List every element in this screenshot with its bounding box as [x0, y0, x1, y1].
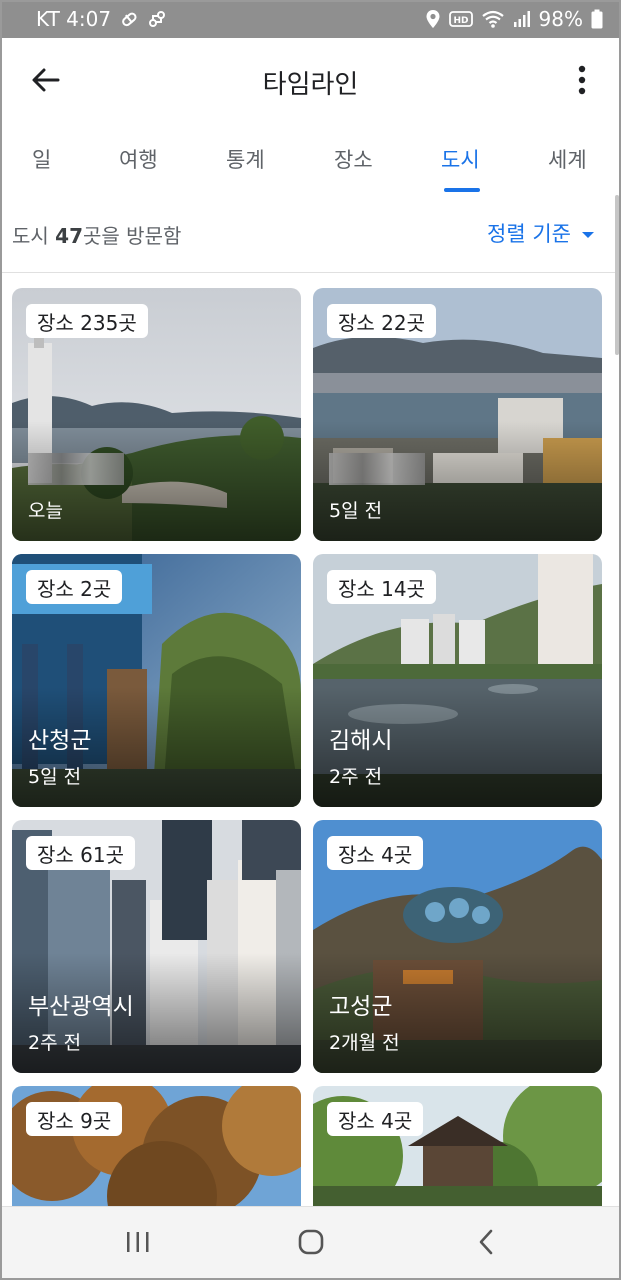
city-grid: 장소 235곳 오늘 장소 22곳 5일 전 장소 2곳 산청군 5일 전 장소… — [12, 288, 603, 1206]
summary-prefix: 도시 — [12, 224, 56, 248]
tab-cities[interactable]: 도시 — [441, 144, 480, 174]
blurred-city-name — [28, 453, 124, 485]
tab-world[interactable]: 세계 — [548, 144, 587, 174]
city-last-visit: 2개월 전 — [329, 1032, 400, 1054]
places-count-chip: 장소 9곳 — [26, 1102, 123, 1136]
location-icon — [425, 9, 441, 29]
places-count-chip: 장소 14곳 — [327, 570, 437, 604]
dropdown-arrow-icon — [581, 221, 595, 245]
visited-cities-summary: 도시 47곳을 방문함 — [12, 220, 181, 249]
summary-count: 47 — [55, 224, 84, 248]
tab-places[interactable]: 장소 — [334, 144, 373, 174]
tab-insights[interactable]: 통계 — [226, 144, 265, 174]
tab-trips[interactable]: 여행 — [119, 144, 158, 174]
city-last-visit: 오늘 — [28, 500, 63, 522]
summary-suffix: 곳을 방문함 — [83, 224, 182, 248]
system-nav-bar — [0, 1206, 621, 1280]
city-card[interactable]: 장소 14곳 김해시 2주 전 — [313, 554, 602, 807]
city-name: 김해시 — [329, 728, 393, 754]
city-card[interactable]: 장소 61곳 부산광역시 2주 전 — [12, 820, 301, 1073]
city-card[interactable]: 장소 4곳 고성군 2개월 전 — [313, 820, 602, 1073]
sort-label: 정렬 기준 — [487, 222, 571, 246]
city-card[interactable]: 장소 2곳 산청군 5일 전 — [12, 554, 301, 807]
home-button[interactable] — [291, 1229, 331, 1259]
places-count-chip: 장소 4곳 — [327, 836, 424, 870]
link-icon — [147, 9, 167, 29]
pill-icon — [119, 9, 139, 29]
city-last-visit: 5일 전 — [329, 500, 383, 522]
places-count-chip: 장소 235곳 — [26, 304, 148, 338]
city-last-visit: 2주 전 — [329, 766, 383, 788]
city-name: 부산광역시 — [28, 994, 134, 1020]
places-count-chip: 장소 2곳 — [26, 570, 123, 604]
wifi-icon — [481, 9, 505, 29]
tab-bar: 일 여행 통계 장소 도시 세계 — [0, 124, 621, 194]
city-name: 산청군 — [28, 728, 92, 754]
city-card[interactable]: 장소 4곳 — [313, 1086, 602, 1206]
city-card[interactable]: 장소 22곳 5일 전 — [313, 288, 602, 541]
battery-icon — [591, 9, 603, 29]
tab-day[interactable]: 일 — [32, 144, 51, 174]
city-last-visit: 5일 전 — [28, 766, 82, 788]
carrier-time: KT 4:07 — [36, 7, 112, 31]
battery-percent: 98% — [538, 7, 583, 31]
scrollbar[interactable] — [615, 195, 619, 355]
divider — [0, 272, 621, 273]
city-name: 고성군 — [329, 994, 393, 1020]
recent-apps-button[interactable] — [118, 1229, 158, 1259]
more-vertical-icon — [578, 65, 586, 99]
active-tab-indicator — [444, 188, 480, 192]
signal-icon — [513, 10, 531, 28]
app-bar: 타임라인 — [0, 38, 621, 124]
back-icon — [477, 1229, 495, 1259]
sort-button[interactable]: 정렬 기준 — [487, 218, 595, 248]
page-title: 타임라인 — [262, 70, 359, 100]
places-count-chip: 장소 4곳 — [327, 1102, 424, 1136]
blurred-city-name — [329, 453, 425, 485]
home-icon — [297, 1228, 325, 1260]
svg-text:HD: HD — [453, 16, 468, 26]
more-options-button[interactable] — [567, 62, 597, 102]
status-bar: KT 4:07 HD 98% — [0, 0, 621, 38]
system-back-button[interactable] — [466, 1229, 506, 1259]
places-count-chip: 장소 61곳 — [26, 836, 136, 870]
hd-icon: HD — [448, 10, 473, 28]
recent-apps-icon — [125, 1230, 151, 1258]
places-count-chip: 장소 22곳 — [327, 304, 437, 338]
city-card[interactable]: 장소 9곳 — [12, 1086, 301, 1206]
city-card[interactable]: 장소 235곳 오늘 — [12, 288, 301, 541]
city-last-visit: 2주 전 — [28, 1032, 82, 1054]
